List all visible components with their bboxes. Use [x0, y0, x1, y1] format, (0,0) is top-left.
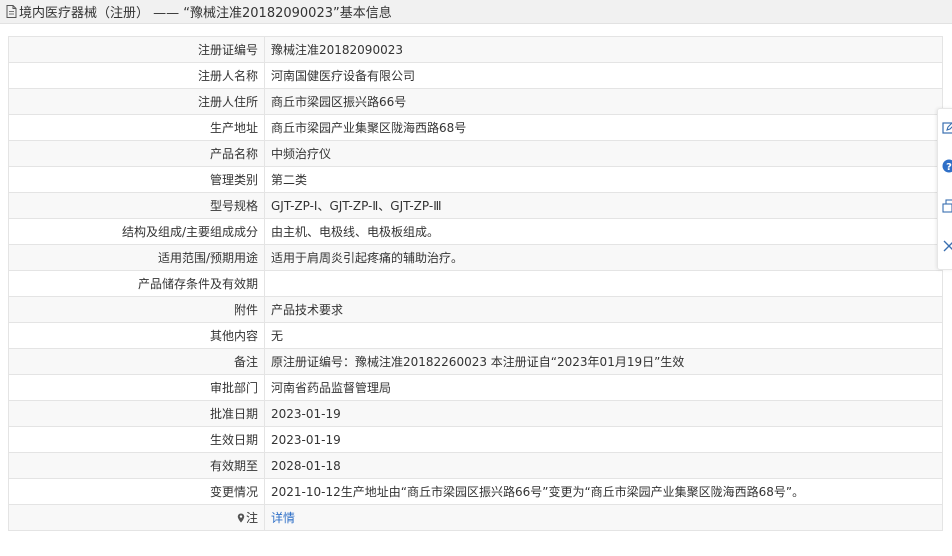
row-value: GJT-ZP-Ⅰ、GJT-ZP-Ⅱ、GJT-ZP-Ⅲ: [264, 192, 943, 219]
row-value: 商丘市梁园产业集聚区陇海西路68号: [264, 114, 943, 141]
page-header: 境内医疗器械（注册） —— “豫械注准20182090023”基本信息: [0, 0, 952, 24]
row-label: 变更情况: [8, 478, 265, 505]
table-row: 生效日期 2023-01-19: [8, 426, 943, 453]
table-row: 其他内容无: [8, 322, 943, 349]
row-value: 由主机、电极线、电极板组成。: [264, 218, 943, 245]
row-value: 2028-01-18: [264, 452, 943, 479]
row-value: 商丘市梁园区振兴路66号: [264, 88, 943, 115]
row-value: 中频治疗仪: [264, 140, 943, 167]
table-row: 管理类别 第二类: [8, 166, 943, 193]
table-row: 注册人名称 河南国健医疗设备有限公司: [8, 62, 943, 89]
row-label: 附件: [8, 296, 265, 323]
table-row: 附件 产品技术要求: [8, 296, 943, 323]
table-row: 有效期至 2028-01-18: [8, 452, 943, 479]
document-icon: [6, 5, 17, 18]
table-row: 批准日期 2023-01-19: [8, 400, 943, 427]
row-label: 注册人住所: [8, 88, 265, 115]
note-label: 注: [245, 511, 258, 525]
table-row: 变更情况 2021-10-12生产地址由“商丘市梁园区振兴路66号”变更为“商丘市…: [8, 478, 943, 505]
edit-icon[interactable]: [942, 121, 952, 135]
info-table: 注册证编号 豫械注准20182090023 注册人名称 河南国健医疗设备有限公司 注册人…: [8, 36, 943, 531]
row-value: 河南省药品监督管理局: [264, 374, 943, 401]
row-label: 批准日期: [8, 400, 265, 427]
info-table-body: 注册证编号 豫械注准20182090023 注册人名称 河南国健医疗设备有限公司 注册人…: [8, 36, 943, 531]
row-label: 注册人名称: [8, 62, 265, 89]
table-row: 注册人住所 商丘市梁园区振兴路66号: [8, 88, 943, 115]
row-value: 原注册证编号：豫械注准20182260023 本注册证自“2023年01月19日…: [264, 348, 943, 375]
row-label: 产品储存条件及有效期: [8, 270, 265, 297]
row-label: 型号规格: [8, 192, 265, 219]
row-label: 生效日期: [8, 426, 265, 453]
row-label: 结构及组成/主要组成成分: [8, 218, 265, 245]
row-value: 豫械注准20182090023: [264, 36, 943, 63]
row-label: 注册证编号: [8, 36, 265, 63]
row-value: 无: [264, 322, 943, 349]
row-value: 河南国健医疗设备有限公司: [264, 62, 943, 89]
table-row: 审批部门 河南省药品监督管理局: [8, 374, 943, 401]
row-label-note: 注: [8, 504, 265, 531]
help-icon[interactable]: ?: [942, 159, 952, 173]
table-row: 备注 原注册证编号：豫械注准20182260023 本注册证自“2023年01月1…: [8, 348, 943, 375]
svg-text:?: ?: [946, 162, 952, 173]
row-value: 第二类: [264, 166, 943, 193]
page-title: 境内医疗器械（注册） —— “豫械注准20182090023”基本信息: [19, 6, 392, 21]
row-label: 备注: [8, 348, 265, 375]
row-value: 适用于肩周炎引起疼痛的辅助治疗。: [264, 244, 943, 271]
row-value: 2021-10-12生产地址由“商丘市梁园区振兴路66号”变更为“商丘市梁园产业…: [264, 478, 943, 505]
table-row: 生产地址 商丘市梁园产业集聚区陇海西路68号: [8, 114, 943, 141]
row-label: 产品名称: [8, 140, 265, 167]
table-row: 适用范围/预期用途 适用于肩周炎引起疼痛的辅助治疗。: [8, 244, 943, 271]
copy-icon[interactable]: [942, 199, 952, 213]
row-value: 产品技术要求: [264, 296, 943, 323]
row-label: 管理类别: [8, 166, 265, 193]
row-label: 其他内容: [8, 322, 265, 349]
table-row: 型号规格 GJT-ZP-Ⅰ、GJT-ZP-Ⅱ、GJT-ZP-Ⅲ: [8, 192, 943, 219]
table-row: 结构及组成/主要组成成分 由主机、电极线、电极板组成。: [8, 218, 943, 245]
row-value-note: 详情: [264, 504, 943, 531]
table-row: 产品名称 中频治疗仪: [8, 140, 943, 167]
side-toolbar: ?: [937, 108, 952, 270]
row-label: 适用范围/预期用途: [8, 244, 265, 271]
row-label: 有效期至: [8, 452, 265, 479]
row-value: [264, 270, 943, 297]
row-value: 2023-01-19: [264, 400, 943, 427]
location-pin-icon: [237, 513, 245, 523]
close-icon[interactable]: [942, 239, 952, 253]
row-value: 2023-01-19: [264, 426, 943, 453]
row-label: 生产地址: [8, 114, 265, 141]
table-row: 注册证编号 豫械注准20182090023: [8, 36, 943, 63]
table-row-note: 注详情: [8, 504, 943, 531]
row-label: 审批部门: [8, 374, 265, 401]
table-row: 产品储存条件及有效期: [8, 270, 943, 297]
details-link[interactable]: 详情: [271, 511, 295, 525]
